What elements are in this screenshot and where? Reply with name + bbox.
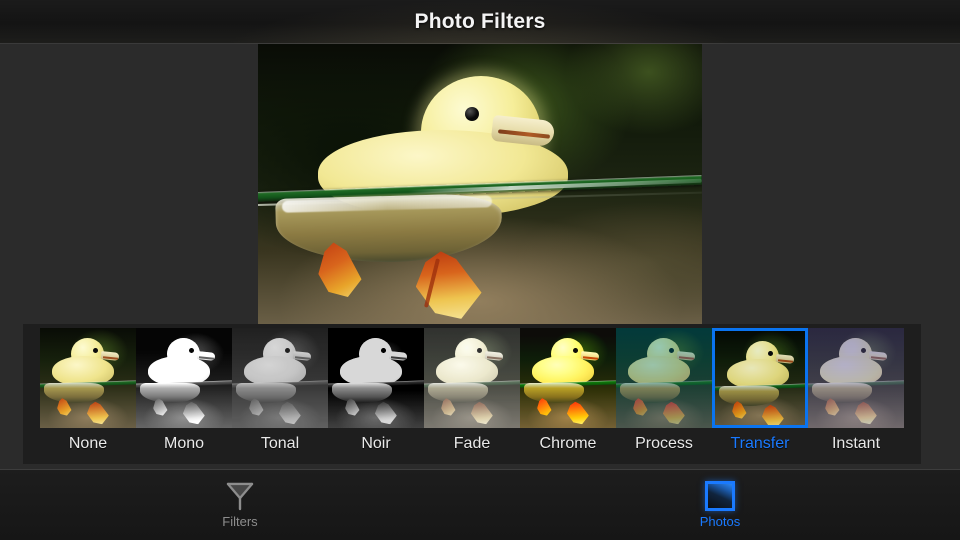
filter-item-label: Fade: [453, 435, 491, 452]
thumb-duck-eye: [861, 348, 866, 353]
filter-strip[interactable]: None Mono Tonal Noir Fade Chrome Process Transf…: [23, 324, 921, 464]
filter-item-tonal[interactable]: Tonal: [232, 328, 328, 464]
filter-item-noir[interactable]: Noir: [328, 328, 424, 464]
filter-item-label: Process: [635, 435, 693, 452]
photo-stage: [0, 44, 960, 324]
tab-filters-label: Filters: [222, 514, 258, 529]
filter-item-label: Noir: [361, 435, 391, 452]
filter-thumbnail[interactable]: [136, 328, 232, 428]
filter-thumbnail[interactable]: [232, 328, 328, 428]
thumb-artwork: [715, 331, 805, 425]
tab-bar: Filters Photos: [0, 469, 960, 540]
filter-thumbnail[interactable]: [40, 328, 136, 428]
filter-item-label: Chrome: [539, 435, 597, 452]
thumb-artwork: [136, 328, 232, 428]
thumb-duck-eye: [285, 348, 290, 353]
thumb-artwork: [232, 328, 328, 428]
photo-filters-app: Photo Filters None Mono Tonal Noir Fade Chrom…: [0, 0, 960, 540]
thumb-artwork: [40, 328, 136, 428]
thumb-artwork: [616, 328, 712, 428]
filter-item-transfer[interactable]: Transfer: [712, 328, 808, 464]
thumb-artwork: [808, 328, 904, 428]
funnel-icon: [225, 479, 255, 513]
filter-item-label: Transfer: [730, 435, 790, 452]
photo-square-glyph: [705, 481, 735, 511]
app-header: Photo Filters: [0, 0, 960, 44]
thumb-duck-eye: [381, 348, 386, 353]
filter-thumbnail[interactable]: [424, 328, 520, 428]
filter-item-label: Tonal: [260, 435, 300, 452]
thumb-duck-eye: [477, 348, 482, 353]
thumb-artwork: [520, 328, 616, 428]
filter-thumbnail[interactable]: [520, 328, 616, 428]
filter-item-label: Instant: [831, 435, 881, 452]
thumb-duck-eye: [669, 348, 674, 353]
thumb-duck-eye: [189, 348, 194, 353]
thumb-artwork: [424, 328, 520, 428]
filter-item-mono[interactable]: Mono: [136, 328, 232, 464]
filter-item-instant[interactable]: Instant: [808, 328, 904, 464]
filter-item-fade[interactable]: Fade: [424, 328, 520, 464]
filter-thumbnail[interactable]: [808, 328, 904, 428]
duck-eye: [465, 107, 479, 121]
page-title: Photo Filters: [414, 10, 546, 33]
tab-filters[interactable]: Filters: [180, 479, 300, 535]
filter-item-label: Mono: [163, 435, 205, 452]
filter-item-label: None: [68, 435, 108, 452]
photo-square-icon: [705, 479, 735, 513]
thumb-duck-eye: [573, 348, 578, 353]
filter-item-chrome[interactable]: Chrome: [520, 328, 616, 464]
filter-strip-scroller[interactable]: None Mono Tonal Noir Fade Chrome Process Transf…: [40, 328, 904, 464]
thumb-artwork: [328, 328, 424, 428]
main-photo-preview[interactable]: [258, 44, 702, 324]
thumb-duck-eye: [93, 348, 98, 353]
filter-thumbnail[interactable]: [616, 328, 712, 428]
filter-item-process[interactable]: Process: [616, 328, 712, 464]
filter-item-none[interactable]: None: [40, 328, 136, 464]
filter-thumbnail[interactable]: [328, 328, 424, 428]
tab-photos[interactable]: Photos: [660, 479, 780, 535]
tab-photos-label: Photos: [699, 514, 741, 529]
filter-thumbnail[interactable]: [712, 328, 808, 428]
thumb-duck-eye: [768, 351, 773, 356]
